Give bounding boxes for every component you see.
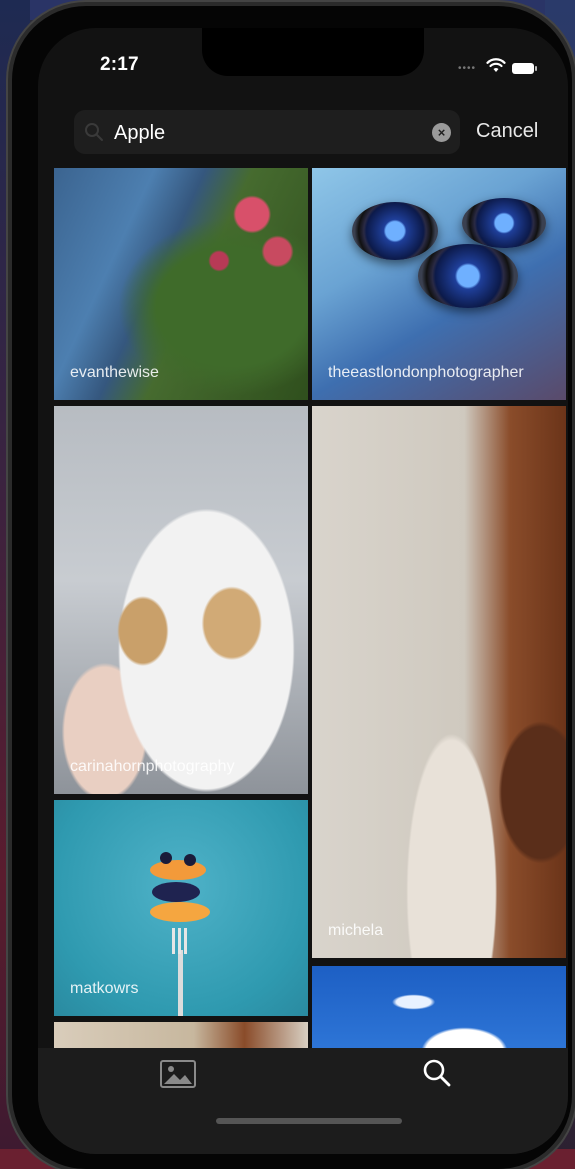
photo-tile[interactable] xyxy=(312,966,566,1056)
home-indicator[interactable] xyxy=(216,1118,402,1124)
app-screen: 2:17 •••• Apple × Cancel evanthewise the… xyxy=(38,28,568,1154)
cellular-dots-icon: •••• xyxy=(457,62,476,74)
notch xyxy=(202,28,424,76)
photo-tile[interactable]: theeastlondonphotographer xyxy=(312,168,566,400)
clear-icon[interactable]: × xyxy=(432,123,451,142)
photo-tile[interactable]: evanthewise xyxy=(54,168,308,400)
camera-lens-graphic xyxy=(418,244,518,308)
photo-author: theeastlondonphotographer xyxy=(328,364,524,381)
status-icons: •••• xyxy=(457,58,537,78)
search-icon[interactable] xyxy=(422,1058,452,1093)
tab-bar xyxy=(38,1048,568,1154)
photo-author: michela xyxy=(328,922,384,939)
camera-lens-graphic xyxy=(462,198,546,248)
search-field[interactable]: Apple × xyxy=(74,110,460,154)
photo-tile[interactable]: carinahornphotography xyxy=(54,406,308,794)
photo-author: carinahornphotography xyxy=(70,758,235,775)
photo-tile[interactable]: matkowrs xyxy=(54,800,308,1016)
camera-lens-graphic xyxy=(352,202,438,260)
search-input[interactable]: Apple xyxy=(114,122,165,145)
cancel-button[interactable]: Cancel xyxy=(476,120,538,143)
photo-icon[interactable] xyxy=(160,1060,196,1093)
search-icon xyxy=(84,122,104,147)
photo-tile[interactable]: michela xyxy=(312,406,566,958)
phone-frame: 2:17 •••• Apple × Cancel evanthewise the… xyxy=(12,6,572,1169)
photo-author: evanthewise xyxy=(70,364,159,381)
wifi-icon xyxy=(486,58,506,78)
photo-author: matkowrs xyxy=(70,980,139,997)
status-time: 2:17 xyxy=(100,54,139,75)
results-grid: evanthewise theeastlondonphotographer ca… xyxy=(38,168,568,1062)
battery-icon xyxy=(512,62,537,74)
